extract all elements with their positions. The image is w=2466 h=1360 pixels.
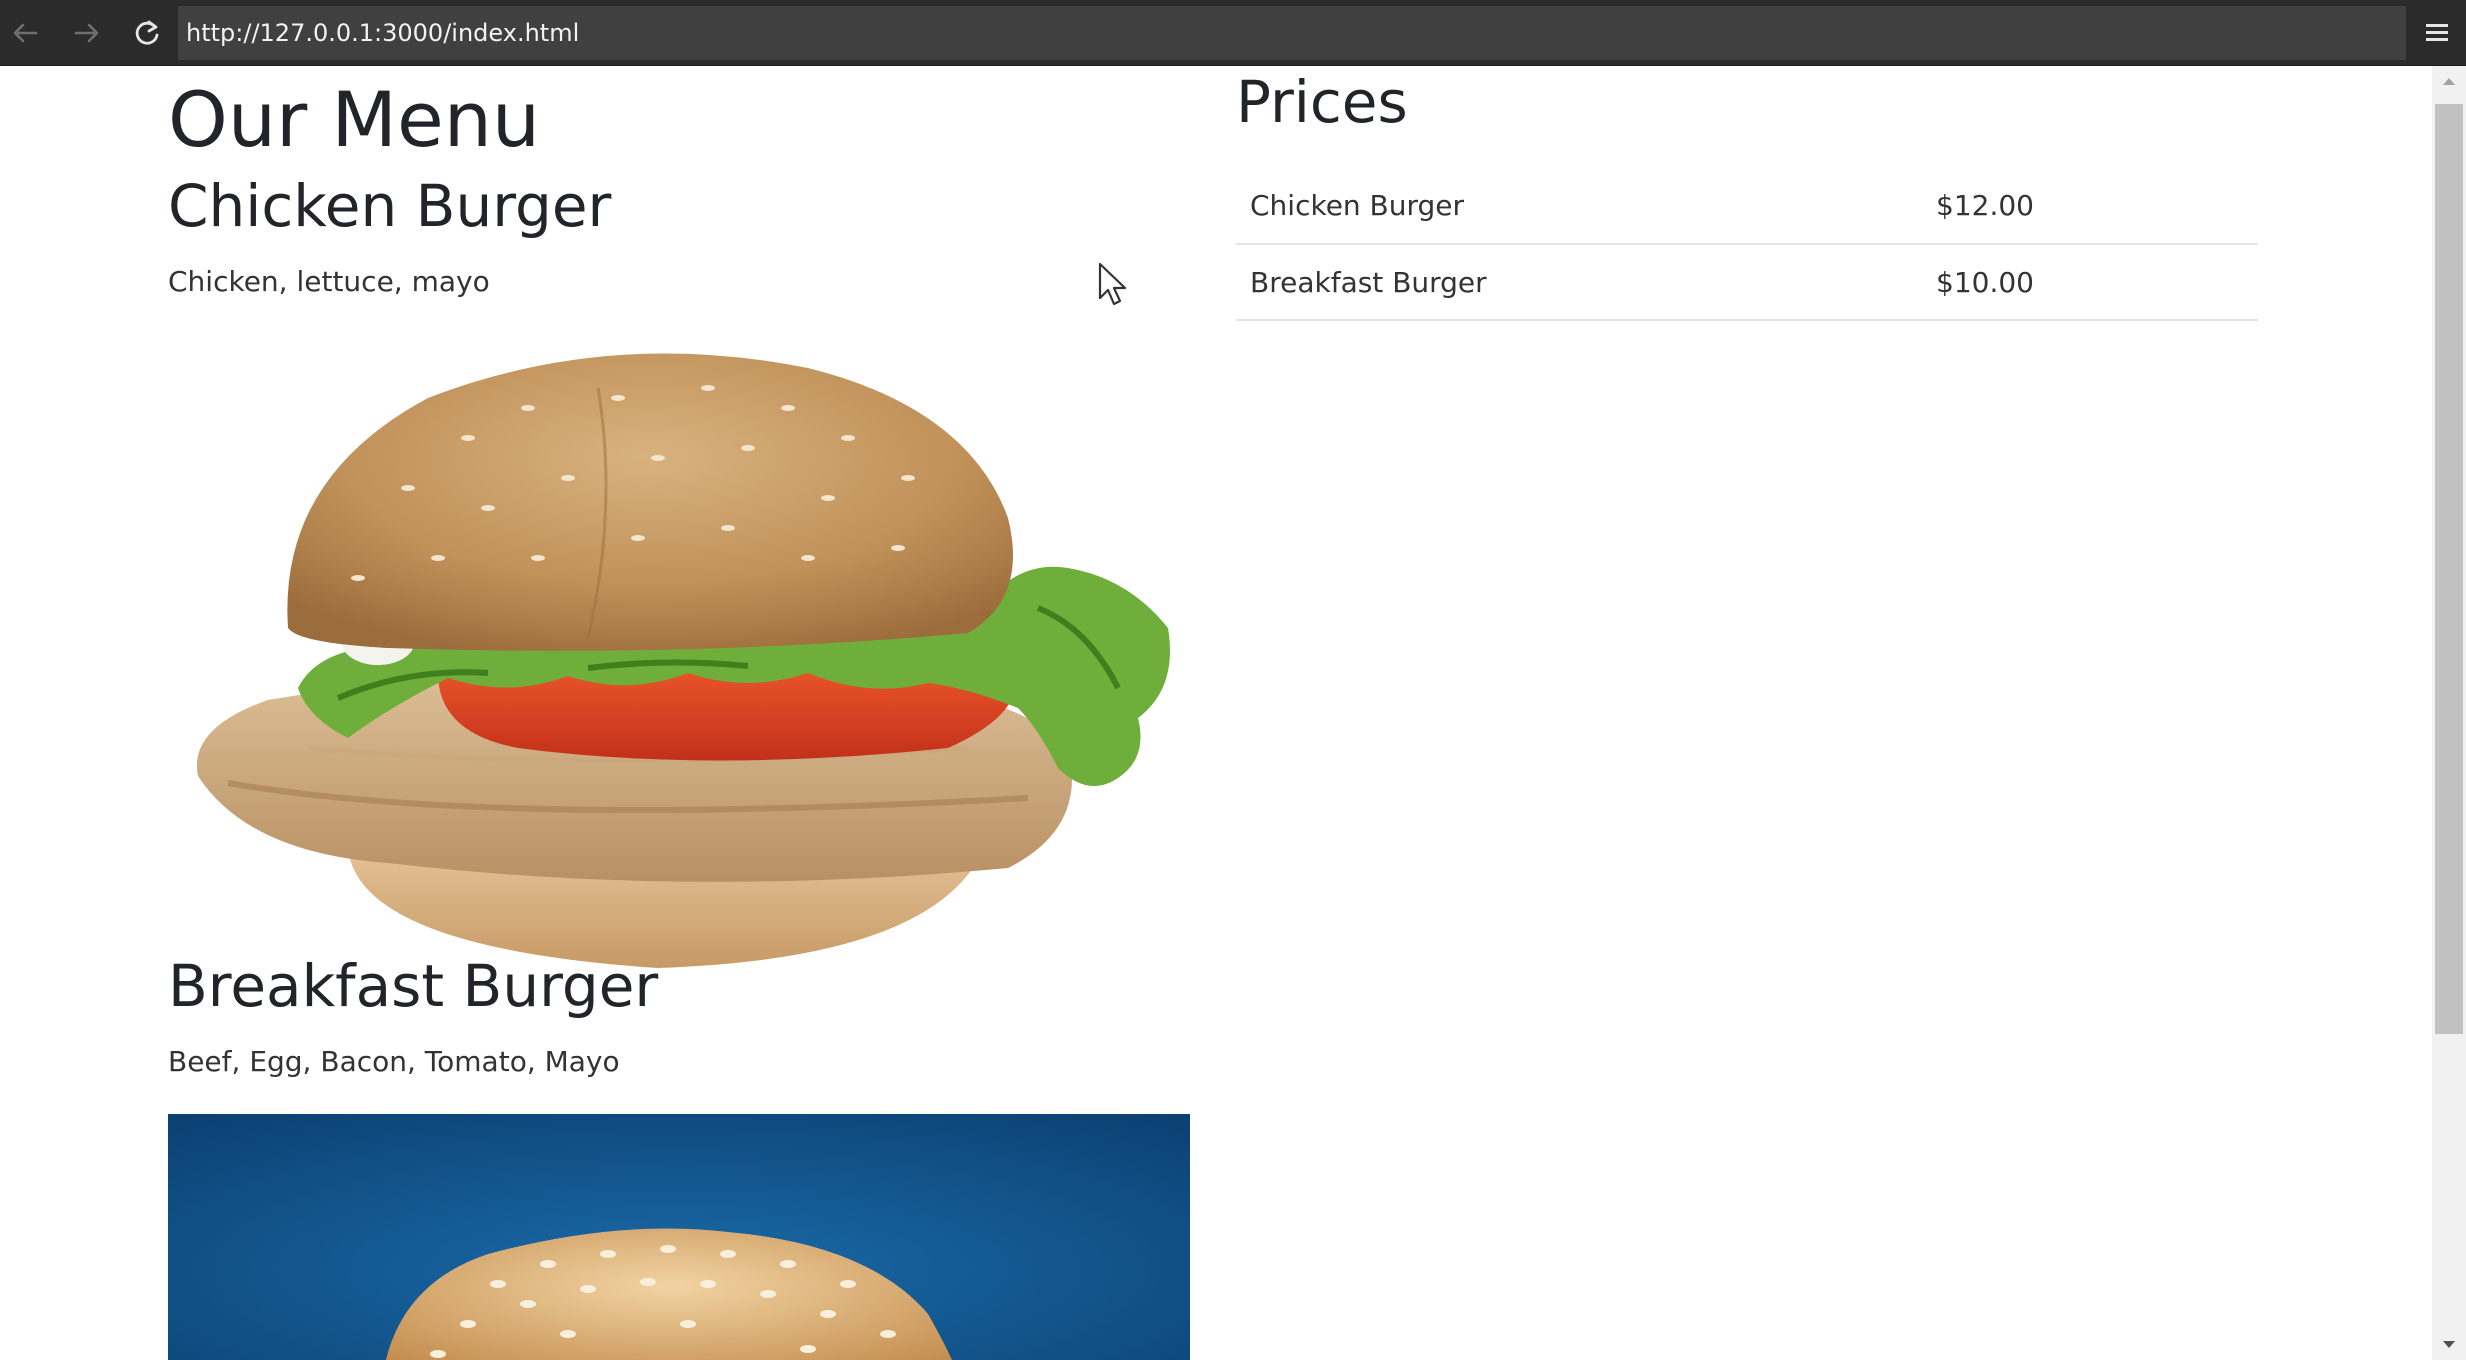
back-button[interactable] [2, 10, 48, 56]
page-title: Our Menu [168, 75, 541, 164]
price-table: Chicken Burger $12.00 Breakfast Burger $… [1236, 168, 2258, 321]
price-item-name: Chicken Burger [1236, 168, 1922, 245]
menu-item-description: Beef, Egg, Bacon, Tomato, Mayo [168, 1045, 620, 1078]
forward-button[interactable] [64, 10, 110, 56]
chicken-burger-photo [196, 353, 1170, 968]
hamburger-menu-icon [2426, 24, 2448, 41]
breakfast-burger-photo [168, 1114, 1190, 1360]
vertical-scrollbar[interactable] [2432, 66, 2466, 1360]
scroll-down-button[interactable] [2432, 1330, 2466, 1360]
reload-icon [135, 20, 159, 45]
arrow-left-icon [13, 23, 38, 43]
menu-item-title: Chicken Burger [168, 172, 612, 240]
browser-toolbar: http://127.0.0.1:3000/index.html [0, 0, 2466, 66]
arrow-right-icon [74, 23, 99, 43]
scroll-up-button[interactable] [2432, 66, 2466, 96]
price-value: $10.00 [1922, 244, 2258, 321]
page-content: Our Menu Chicken Burger Chicken, lettuce… [0, 66, 2432, 1360]
reload-button[interactable] [124, 10, 170, 56]
mouse-cursor-icon [1098, 262, 1127, 306]
browser-menu-button[interactable] [2418, 14, 2454, 52]
table-row: Breakfast Burger $10.00 [1236, 244, 2258, 321]
prices-title: Prices [1236, 68, 1408, 136]
menu-item-title: Breakfast Burger [168, 952, 659, 1020]
price-item-name: Breakfast Burger [1236, 244, 1922, 321]
address-bar[interactable]: http://127.0.0.1:3000/index.html [178, 6, 2406, 60]
chevron-down-icon [2443, 1341, 2455, 1348]
scrollbar-thumb[interactable] [2435, 104, 2463, 1034]
menu-item-description: Chicken, lettuce, mayo [168, 265, 490, 298]
price-value: $12.00 [1922, 168, 2258, 245]
table-row: Chicken Burger $12.00 [1236, 168, 2258, 245]
chevron-up-icon [2443, 78, 2455, 85]
